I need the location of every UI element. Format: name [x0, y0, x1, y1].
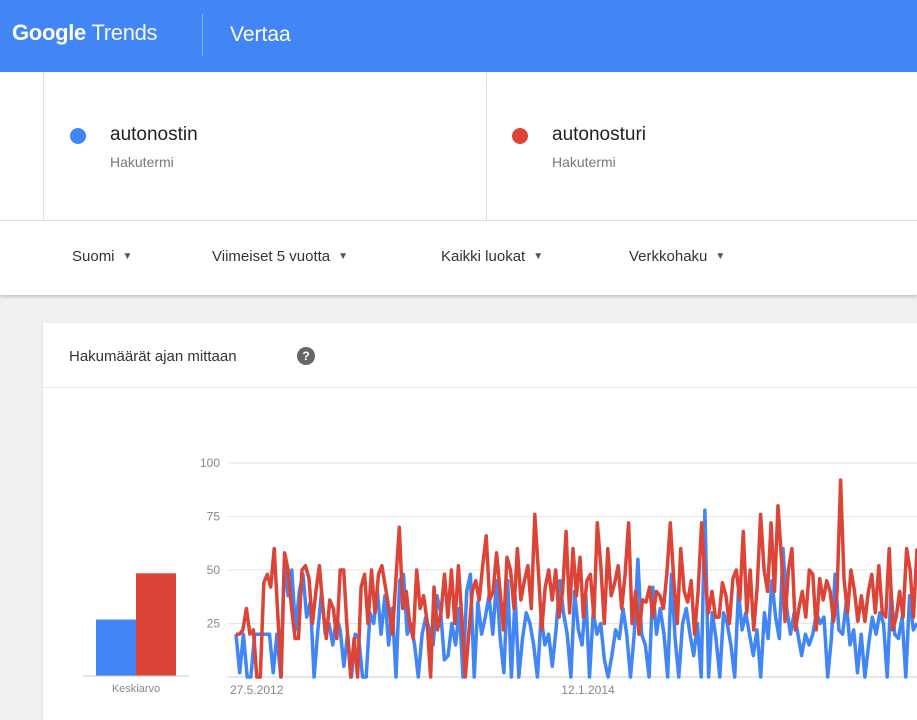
- search-term-1[interactable]: autonostin Hakutermi: [43, 72, 487, 220]
- average-bar-autonostin: [96, 619, 136, 676]
- interest-chart: 25 50 75 100 27.5.2012 12.1.2014 Keskiarvo: [83, 456, 917, 697]
- filter-label: Verkkohaku: [629, 248, 708, 265]
- series-color-dot-icon: [512, 128, 528, 144]
- dropdown-arrow-icon: ▼: [122, 251, 133, 262]
- app-header: Google Trends Vertaa: [0, 0, 917, 72]
- series-line-autonosturi: [236, 478, 917, 679]
- filter-category-dropdown[interactable]: Kaikki luokat ▼: [441, 248, 543, 265]
- x-tick-label: 12.1.2014: [561, 683, 615, 697]
- y-tick-label: 25: [207, 617, 221, 631]
- page-title: Vertaa: [230, 23, 291, 46]
- bar-category-label: Keskiarvo: [112, 683, 160, 695]
- y-tick-label: 75: [207, 510, 221, 524]
- search-term-2[interactable]: autonosturi Hakutermi: [486, 72, 917, 220]
- search-term-type: Hakutermi: [552, 154, 616, 170]
- filter-bar: Suomi ▼ Viimeiset 5 vuotta ▼ Kaikki luokat…: [0, 221, 917, 295]
- filter-label: Viimeiset 5 vuotta: [212, 248, 331, 265]
- search-term-name: autonosturi: [552, 124, 647, 145]
- logo-trends-text: Trends: [91, 20, 158, 45]
- dropdown-arrow-icon: ▼: [338, 251, 349, 262]
- google-trends-logo[interactable]: Google Trends: [12, 20, 158, 46]
- y-tick-label: 100: [200, 456, 220, 470]
- search-term-type: Hakutermi: [110, 154, 174, 170]
- interest-over-time-card: Hakumäärät ajan mittaan ? 25 50 75 100 27.5.…: [43, 323, 917, 720]
- dropdown-arrow-icon: ▼: [715, 251, 726, 262]
- y-tick-label: 50: [207, 563, 221, 577]
- search-terms-panel: autonostin Hakutermi autonosturi Hakuter…: [0, 72, 917, 220]
- filter-time-dropdown[interactable]: Viimeiset 5 vuotta ▼: [212, 248, 348, 265]
- header-separator: [202, 14, 203, 56]
- filter-search-type-dropdown[interactable]: Verkkohaku ▼: [629, 248, 725, 265]
- dropdown-arrow-icon: ▼: [533, 251, 544, 262]
- x-tick-label: 27.5.2012: [230, 683, 284, 697]
- series-color-dot-icon: [70, 128, 86, 144]
- filter-region-dropdown[interactable]: Suomi ▼: [72, 248, 132, 265]
- filter-label: Suomi: [72, 248, 115, 265]
- average-bar-autonosturi: [136, 573, 176, 676]
- logo-google-text: Google: [12, 20, 86, 45]
- search-term-name: autonostin: [110, 124, 198, 145]
- filter-label: Kaikki luokat: [441, 248, 526, 265]
